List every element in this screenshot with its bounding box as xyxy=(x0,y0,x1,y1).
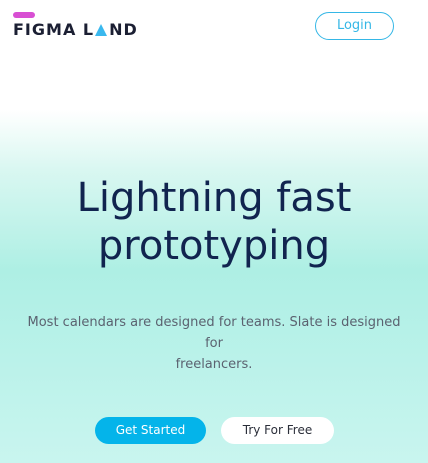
logo-text-part2: ND xyxy=(109,20,138,39)
hero-title: Lightning fast prototyping xyxy=(0,174,428,270)
header: FIGMA L ND Login xyxy=(0,0,428,60)
logo-mark-icon xyxy=(13,12,35,18)
hero-subtitle-line-2: freelancers. xyxy=(175,357,253,372)
hero-subtitle-line-1: Most calendars are designed for teams. S… xyxy=(27,315,401,351)
hero-title-line-1: Lightning fast xyxy=(76,175,352,221)
try-for-free-button[interactable]: Try For Free xyxy=(221,417,334,444)
get-started-button[interactable]: Get Started xyxy=(95,417,206,444)
logo[interactable]: FIGMA L ND xyxy=(13,12,153,42)
login-button[interactable]: Login xyxy=(315,12,394,40)
logo-text-part1: FIGMA L xyxy=(13,20,95,39)
hero-subtitle: Most calendars are designed for teams. S… xyxy=(20,312,408,375)
logo-triangle-icon xyxy=(95,24,108,36)
logo-text: FIGMA L ND xyxy=(13,20,138,40)
hero-title-line-2: prototyping xyxy=(97,223,331,269)
